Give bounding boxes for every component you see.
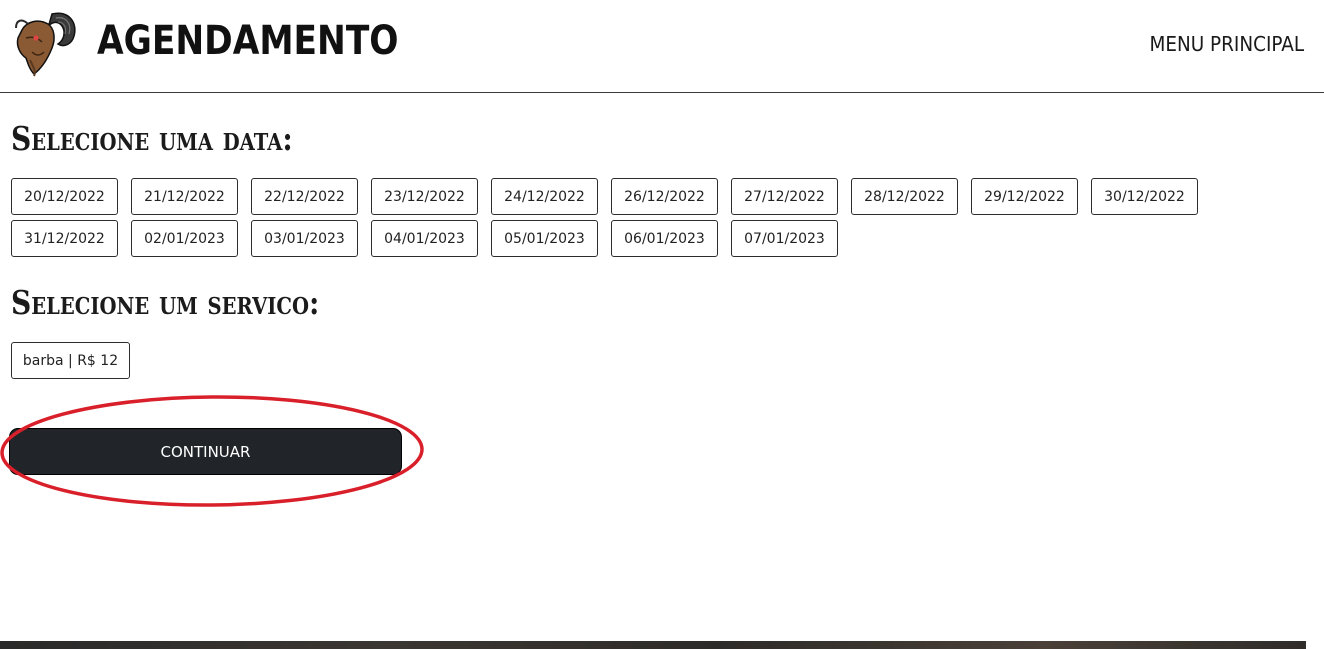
date-option[interactable]: 28/12/2022	[851, 178, 958, 215]
date-option[interactable]: 20/12/2022	[11, 178, 118, 215]
date-option[interactable]: 29/12/2022	[971, 178, 1078, 215]
date-option[interactable]: 26/12/2022	[611, 178, 718, 215]
date-option[interactable]: 03/01/2023	[251, 220, 358, 257]
date-option[interactable]: 24/12/2022	[491, 178, 598, 215]
date-option[interactable]: 02/01/2023	[131, 220, 238, 257]
service-option-barba[interactable]: barba | R$ 12	[11, 342, 130, 379]
menu-principal-link[interactable]: MENU PRINCIPAL	[1149, 31, 1304, 57]
date-option[interactable]: 21/12/2022	[131, 178, 238, 215]
date-option[interactable]: 27/12/2022	[731, 178, 838, 215]
date-option[interactable]: 04/01/2023	[371, 220, 478, 257]
bottom-background-image	[0, 641, 1306, 649]
date-option[interactable]: 06/01/2023	[611, 220, 718, 257]
date-option[interactable]: 05/01/2023	[491, 220, 598, 257]
date-option[interactable]: 31/12/2022	[11, 220, 118, 257]
ram-head-logo-icon[interactable]	[12, 8, 78, 78]
date-option[interactable]: 30/12/2022	[1091, 178, 1198, 215]
date-option[interactable]: 07/01/2023	[731, 220, 838, 257]
continue-button[interactable]: CONTINUAR	[9, 428, 402, 475]
select-date-heading: Selecione uma data:	[11, 119, 293, 158]
select-service-heading: Selecione um servico:	[11, 283, 320, 322]
date-option[interactable]: 23/12/2022	[371, 178, 478, 215]
page-title: AGENDAMENTO	[97, 18, 399, 64]
date-option[interactable]: 22/12/2022	[251, 178, 358, 215]
header: AGENDAMENTO MENU PRINCIPAL	[0, 0, 1324, 93]
